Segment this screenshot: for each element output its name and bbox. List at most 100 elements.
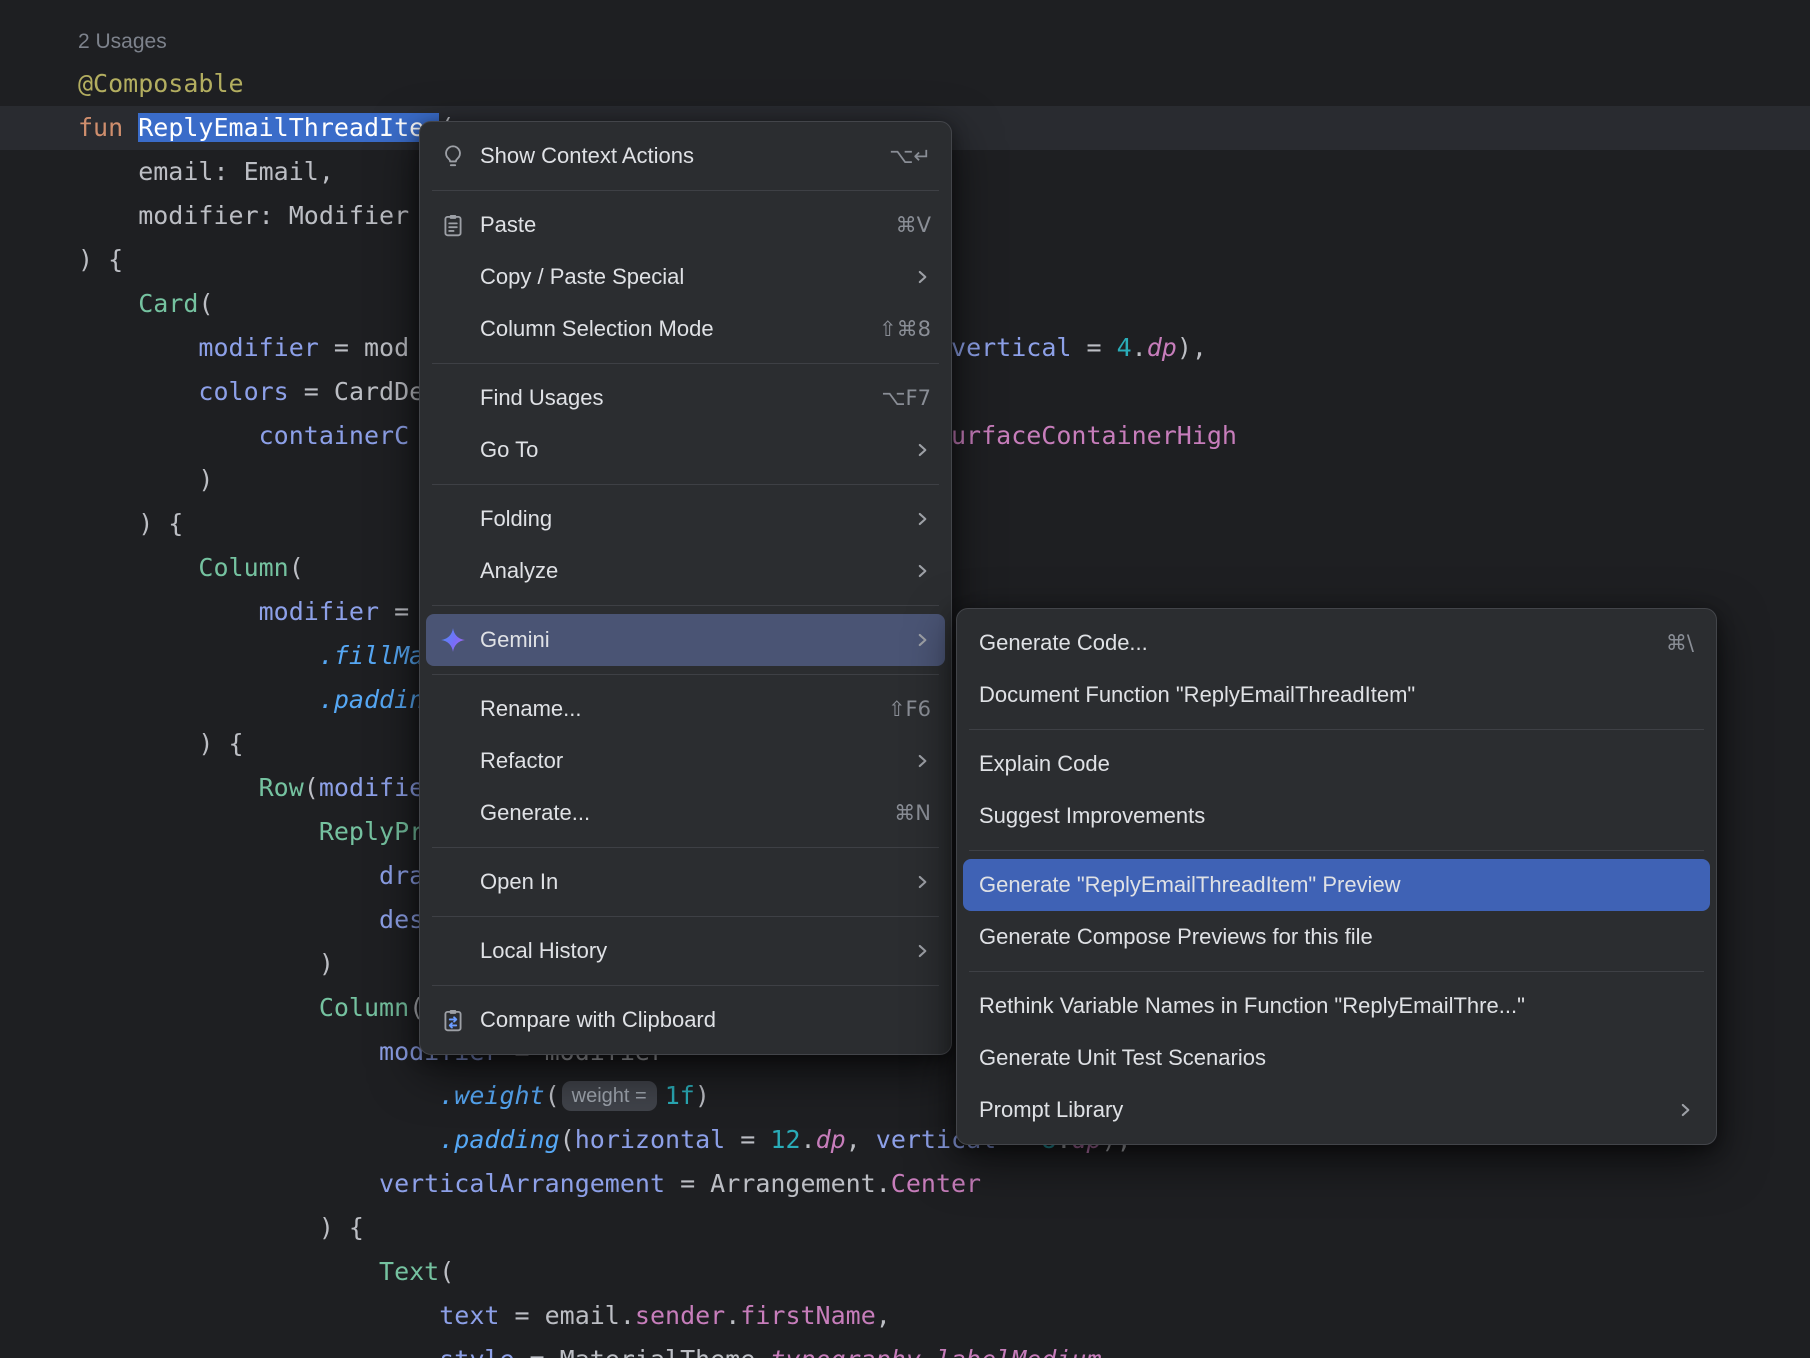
code-token [78, 817, 319, 846]
menu-item-generate-unit-tests[interactable]: Generate Unit Test Scenarios [963, 1032, 1710, 1084]
code-token: ) [78, 465, 213, 494]
menu-item-label: Find Usages [480, 385, 857, 411]
code-line: text = email.sender.firstName, [0, 1294, 1810, 1338]
menu-item-label: Generate "ReplyEmailThreadItem" Preview [979, 872, 1694, 898]
menu-item-label: Document Function "ReplyEmailThreadItem" [979, 682, 1694, 708]
code-token [78, 1169, 379, 1198]
menu-item-open-in[interactable]: Open In [426, 856, 945, 908]
menu-item-generate-code[interactable]: Generate Code... ⌘\ [963, 617, 1710, 669]
code-token: ) [695, 1081, 710, 1110]
menu-item-analyze[interactable]: Analyze [426, 545, 945, 597]
code-line: Text( [0, 1250, 1810, 1294]
menu-item-compare-with-clipboard[interactable]: Compare with Clipboard [426, 994, 945, 1046]
paste-icon [438, 210, 468, 240]
menu-item-local-history[interactable]: Local History [426, 925, 945, 977]
code-token: . [801, 1125, 816, 1154]
menu-item-label: Refactor [480, 748, 889, 774]
code-token: Text [379, 1257, 439, 1286]
menu-separator [432, 985, 939, 986]
code-token: ( [304, 773, 319, 802]
menu-item-label: Open In [480, 869, 889, 895]
code-token: Column [198, 553, 288, 582]
menu-item-suggest-improvements[interactable]: Suggest Improvements [963, 790, 1710, 842]
menu-item-label: Prompt Library [979, 1097, 1652, 1123]
menu-item-go-to[interactable]: Go To [426, 424, 945, 476]
code-line: ) { [0, 1206, 1810, 1250]
code-token: = [1071, 333, 1116, 362]
menu-separator [432, 484, 939, 485]
code-token [78, 641, 319, 670]
code-token: @Composable [78, 69, 244, 98]
code-token: dp [1147, 333, 1177, 362]
code-token: Row [259, 773, 304, 802]
menu-item-label: Suggest Improvements [979, 803, 1694, 829]
code-token: ) { [78, 729, 244, 758]
code-token: sender [635, 1301, 725, 1330]
code-token: . [725, 1301, 740, 1330]
code-line: style = MaterialTheme.typography.labelMe… [0, 1338, 1810, 1358]
code-token [78, 289, 138, 318]
menu-shortcut: ⇧F6 [888, 697, 931, 721]
menu-item-rethink-variable-names[interactable]: Rethink Variable Names in Function "Repl… [963, 980, 1710, 1032]
menu-item-generate-preview[interactable]: Generate "ReplyEmailThreadItem" Preview [963, 859, 1710, 911]
code-token: horizontal [575, 1125, 726, 1154]
menu-item-folding[interactable]: Folding [426, 493, 945, 545]
menu-item-explain-code[interactable]: Explain Code [963, 738, 1710, 790]
chevron-right-icon [913, 441, 931, 459]
code-token: . [921, 1345, 936, 1358]
menu-separator [432, 916, 939, 917]
menu-item-document-function[interactable]: Document Function "ReplyEmailThreadItem" [963, 669, 1710, 721]
icon-placeholder [438, 936, 468, 966]
compare-clipboard-icon [438, 1005, 468, 1035]
code-token: ), [1177, 333, 1207, 362]
selected-symbol: ReplyEmailThreadItem [138, 113, 439, 142]
code-token [78, 685, 319, 714]
code-token: = [725, 1125, 770, 1154]
menu-item-show-context-actions[interactable]: Show Context Actions⌥↵ [426, 130, 945, 182]
menu-item-paste[interactable]: Paste⌘V [426, 199, 945, 251]
menu-item-prompt-library[interactable]: Prompt Library [963, 1084, 1710, 1136]
code-token: urfaceContainerHigh [951, 421, 1237, 450]
menu-item-gemini[interactable]: Gemini [426, 614, 945, 666]
icon-placeholder [438, 694, 468, 724]
code-token: typography [770, 1345, 921, 1358]
code-token [78, 861, 379, 890]
code-token: ) { [78, 509, 183, 538]
icon-placeholder [438, 435, 468, 465]
menu-shortcut: ⌘\ [1666, 631, 1694, 655]
menu-item-label: Generate Unit Test Scenarios [979, 1045, 1694, 1071]
code-token: 12 [770, 1125, 800, 1154]
menu-item-find-usages[interactable]: Find Usages⌥F7 [426, 372, 945, 424]
chevron-right-icon [913, 752, 931, 770]
code-token [78, 993, 319, 1022]
menu-item-refactor[interactable]: Refactor [426, 735, 945, 787]
code-token: ) { [78, 1213, 364, 1242]
icon-placeholder [438, 867, 468, 897]
code-token: modifier [259, 597, 379, 626]
menu-item-rename[interactable]: Rename...⇧F6 [426, 683, 945, 735]
code-line: @Composable [0, 62, 1810, 106]
code-token: modifier [198, 333, 318, 362]
menu-item-label: Generate Code... [979, 630, 1642, 656]
code-token: Column [319, 993, 409, 1022]
code-token: .padding [439, 1125, 559, 1154]
menu-item-generate-compose-previews[interactable]: Generate Compose Previews for this file [963, 911, 1710, 963]
menu-item-label: Generate Compose Previews for this file [979, 924, 1694, 950]
menu-separator [969, 971, 1704, 972]
menu-item-label: Local History [480, 938, 889, 964]
menu-item-label: Rethink Variable Names in Function "Repl… [979, 993, 1694, 1019]
menu-item-generate[interactable]: Generate...⌘N [426, 787, 945, 839]
menu-shortcut: ⌥↵ [889, 144, 931, 168]
menu-item-label: Generate... [480, 800, 870, 826]
code-token: vertical [951, 333, 1071, 362]
code-token: = mod [319, 333, 409, 362]
menu-item-label: Explain Code [979, 751, 1694, 777]
code-token [78, 597, 259, 626]
menu-item-copy-paste-special[interactable]: Copy / Paste Special [426, 251, 945, 303]
menu-separator [432, 190, 939, 191]
menu-item-label: Copy / Paste Special [480, 264, 889, 290]
chevron-right-icon [913, 268, 931, 286]
menu-item-column-selection-mode[interactable]: Column Selection Mode⇧⌘8 [426, 303, 945, 355]
gemini-submenu: Generate Code... ⌘\ Document Function "Rep… [956, 608, 1717, 1145]
icon-placeholder [438, 262, 468, 292]
